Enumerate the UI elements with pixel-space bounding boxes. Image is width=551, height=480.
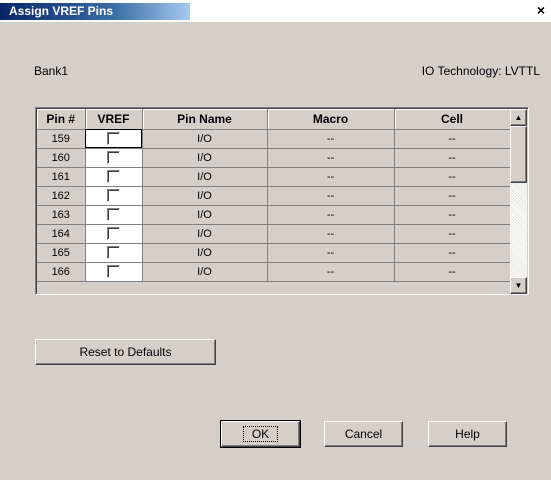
pin-name-cell: I/O	[142, 243, 268, 263]
macro-cell: --	[267, 129, 395, 149]
vertical-scrollbar[interactable]: ▲ ▼	[510, 109, 527, 294]
pin-name-cell: I/O	[142, 129, 268, 149]
ok-button[interactable]: OK	[220, 420, 301, 448]
column-header-pin[interactable]: Pin #	[37, 109, 86, 130]
cancel-button[interactable]: Cancel	[324, 421, 403, 447]
column-header-macro[interactable]: Macro	[267, 109, 395, 130]
pin-name-cell: I/O	[142, 186, 268, 206]
vref-checkbox[interactable]	[107, 208, 120, 221]
table-row[interactable]: 166 I/O -- --	[37, 262, 511, 282]
macro-cell: --	[267, 243, 395, 263]
pin-number-cell: 163	[37, 205, 86, 225]
help-button[interactable]: Help	[428, 421, 507, 447]
vref-checkbox[interactable]	[107, 189, 120, 202]
cell-cell: --	[394, 205, 511, 225]
pin-name-cell: I/O	[142, 167, 268, 187]
pin-number-cell: 164	[37, 224, 86, 244]
pin-number-cell: 161	[37, 167, 86, 187]
vref-cell[interactable]	[85, 243, 143, 263]
cell-cell: --	[394, 148, 511, 168]
table-row[interactable]: 163 I/O -- --	[37, 205, 511, 225]
pin-number-cell: 160	[37, 148, 86, 168]
column-header-cell[interactable]: Cell	[394, 109, 511, 130]
vref-checkbox[interactable]	[107, 132, 120, 145]
cell-cell: --	[394, 224, 511, 244]
assign-vref-dialog: Assign VREF Pins × Bank1 IO Technology: …	[0, 0, 551, 480]
column-header-vref[interactable]: VREF	[85, 109, 143, 130]
macro-cell: --	[267, 262, 395, 282]
table-row[interactable]: 159 I/O -- --	[37, 129, 511, 149]
vref-cell[interactable]	[85, 205, 143, 225]
macro-cell: --	[267, 167, 395, 187]
table-row[interactable]: 160 I/O -- --	[37, 148, 511, 168]
cell-cell: --	[394, 129, 511, 149]
window-title: Assign VREF Pins	[9, 4, 114, 18]
cell-cell: --	[394, 186, 511, 206]
macro-cell: --	[267, 224, 395, 244]
table-row[interactable]: 165 I/O -- --	[37, 243, 511, 263]
table-row[interactable]: 162 I/O -- --	[37, 186, 511, 206]
column-header-pin-name[interactable]: Pin Name	[142, 109, 268, 130]
vref-cell[interactable]	[85, 224, 143, 244]
vref-cell[interactable]	[85, 148, 143, 168]
vref-cell[interactable]	[85, 167, 143, 187]
vref-cell[interactable]	[85, 262, 143, 282]
ok-button-label: OK	[242, 426, 279, 442]
bank-label: Bank1	[34, 64, 69, 78]
vref-checkbox[interactable]	[107, 151, 120, 164]
cell-cell: --	[394, 262, 511, 282]
pin-number-cell: 165	[37, 243, 86, 263]
table-row[interactable]: 164 I/O -- --	[37, 224, 511, 244]
macro-cell: --	[267, 186, 395, 206]
pin-name-cell: I/O	[142, 205, 268, 225]
scroll-down-icon[interactable]: ▼	[510, 277, 527, 294]
pin-number-cell: 162	[37, 186, 86, 206]
vref-cell[interactable]	[85, 129, 143, 149]
vref-checkbox[interactable]	[107, 246, 120, 259]
pin-grid-inner: Pin # VREF Pin Name Macro Cell 159 I/O -- -…	[36, 108, 528, 294]
pin-number-cell: 166	[37, 262, 86, 282]
io-technology-label: IO Technology: LVTTL	[421, 64, 540, 78]
vref-checkbox[interactable]	[107, 170, 120, 183]
header-row: Pin # VREF Pin Name Macro Cell	[37, 109, 511, 130]
table-row[interactable]: 161 I/O -- --	[37, 167, 511, 187]
pin-number-cell: 159	[37, 129, 86, 149]
cell-cell: --	[394, 167, 511, 187]
close-icon[interactable]: ×	[533, 3, 549, 19]
pin-grid: Pin # VREF Pin Name Macro Cell 159 I/O -- -…	[35, 107, 529, 295]
scroll-thumb[interactable]	[510, 126, 527, 183]
pin-name-cell: I/O	[142, 148, 268, 168]
pin-name-cell: I/O	[142, 224, 268, 244]
pin-table: Pin # VREF Pin Name Macro Cell 159 I/O -- -…	[37, 109, 511, 282]
vref-checkbox[interactable]	[107, 265, 120, 278]
vref-cell[interactable]	[85, 186, 143, 206]
macro-cell: --	[267, 148, 395, 168]
title-bar: Assign VREF Pins ×	[0, 0, 551, 22]
pin-name-cell: I/O	[142, 262, 268, 282]
scroll-up-icon[interactable]: ▲	[510, 109, 527, 126]
macro-cell: --	[267, 205, 395, 225]
reset-to-defaults-button[interactable]: Reset to Defaults	[35, 339, 216, 365]
vref-checkbox[interactable]	[107, 227, 120, 240]
cell-cell: --	[394, 243, 511, 263]
